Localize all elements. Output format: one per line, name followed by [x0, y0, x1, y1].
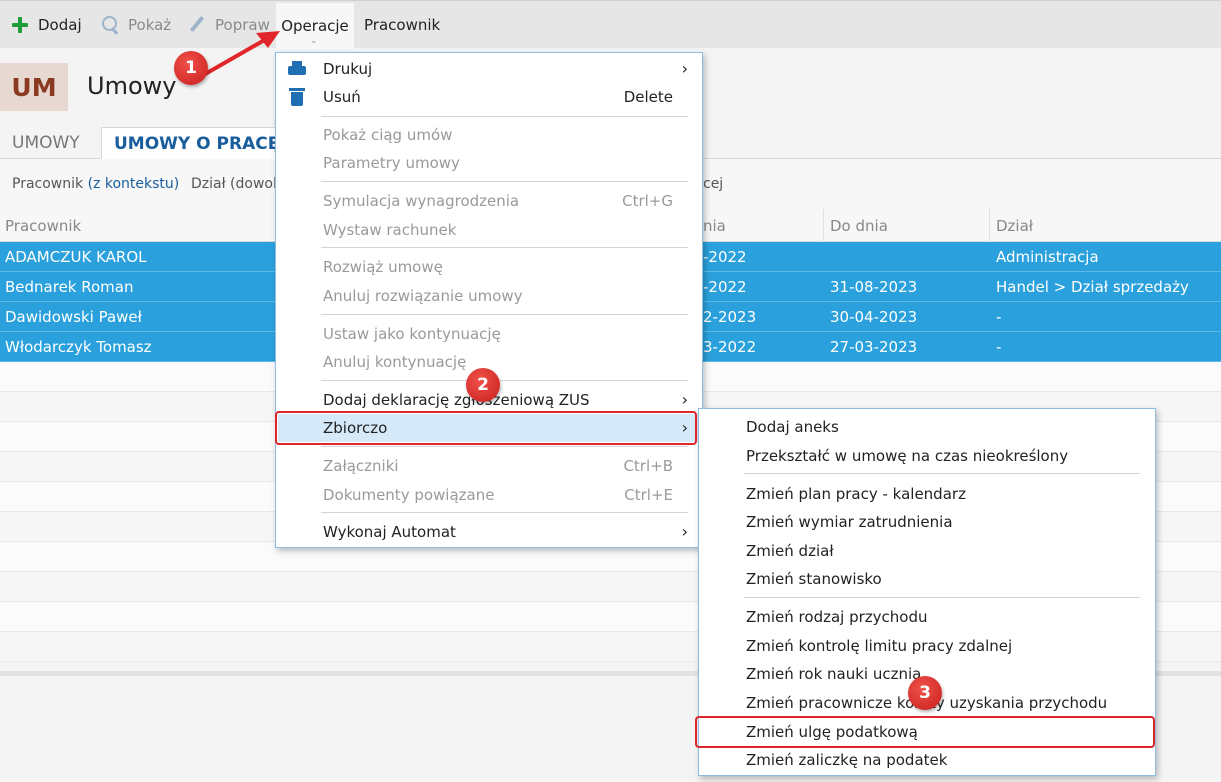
- arrow-head-icon: [256, 31, 280, 48]
- annotation-arrow: [198, 36, 270, 79]
- annotation-badge-2: 2: [466, 368, 500, 402]
- annotation-arrow-layer: [198, 31, 280, 79]
- annotation-badge-1: 1: [174, 51, 208, 85]
- annotation-badge-3: 3: [908, 676, 942, 710]
